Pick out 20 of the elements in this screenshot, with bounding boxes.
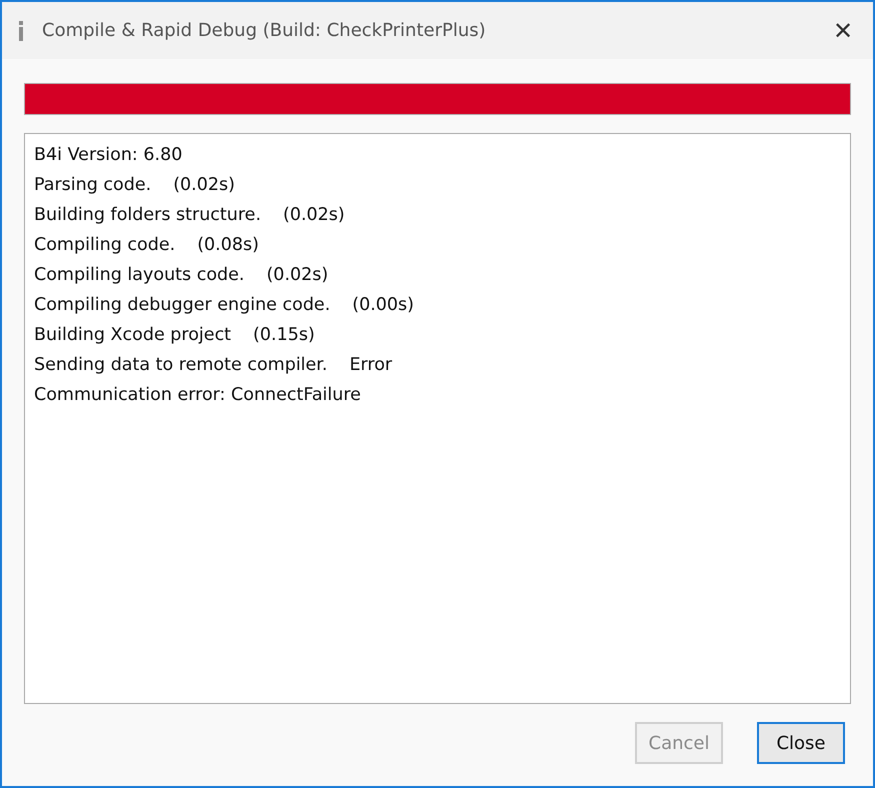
info-icon bbox=[18, 20, 24, 40]
window-title: Compile & Rapid Debug (Build: CheckPrinterPlus) bbox=[42, 20, 487, 41]
log-result: (0.02s) bbox=[173, 175, 235, 195]
log-result: (0.00s) bbox=[352, 295, 414, 315]
dialog-button[interactable]: Close bbox=[757, 722, 845, 764]
log-message: Building Xcode project bbox=[34, 325, 232, 345]
close-icon[interactable]: ✕ bbox=[813, 16, 873, 44]
log-message: Compiling layouts code. bbox=[34, 265, 244, 285]
log-message: Communication error: ConnectFailure bbox=[34, 385, 361, 405]
log-result: (0.02s) bbox=[283, 205, 345, 225]
log-result: Error bbox=[349, 355, 392, 375]
log-message: Parsing code. bbox=[34, 175, 152, 195]
log-message: B4i Version: 6.80 bbox=[34, 145, 182, 165]
log-result: (0.15s) bbox=[253, 325, 315, 345]
log-result: (0.08s) bbox=[197, 235, 259, 255]
log-message: Building folders structure. bbox=[34, 205, 262, 225]
log-result: (0.02s) bbox=[266, 265, 328, 285]
log-message: Compiling code. bbox=[34, 235, 176, 255]
log-message: Sending data to remote compiler. bbox=[34, 355, 328, 375]
log-message: Compiling debugger engine code. bbox=[34, 295, 330, 315]
